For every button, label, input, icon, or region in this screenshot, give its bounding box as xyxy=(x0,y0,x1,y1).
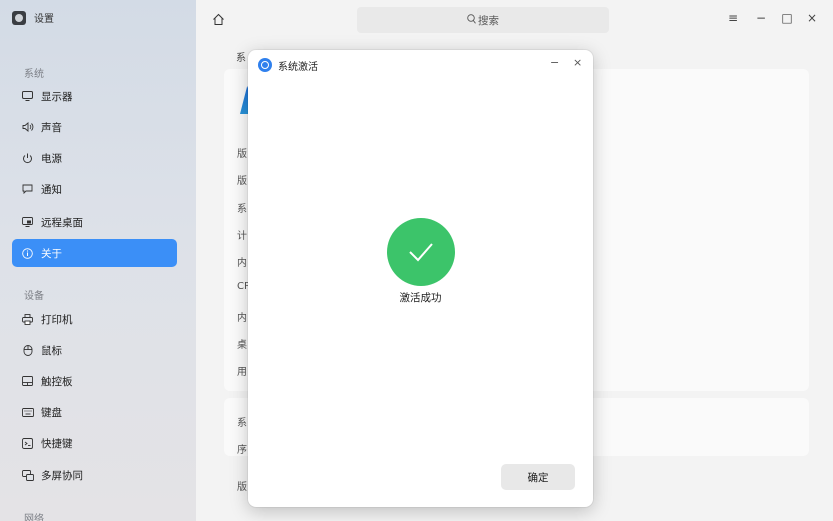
info-icon xyxy=(21,247,34,260)
success-badge xyxy=(387,218,455,286)
app-title: 设置 xyxy=(34,14,54,25)
multiscreen-icon xyxy=(21,469,34,482)
sidebar-item-label: 打印机 xyxy=(41,313,73,326)
mouse-icon xyxy=(21,344,34,357)
bottom-row-label: 版 xyxy=(237,482,247,493)
app-header: 设置 xyxy=(12,10,54,25)
sidebar-item-label: 鼠标 xyxy=(41,344,62,357)
minimize-button[interactable]: − xyxy=(753,11,769,25)
sidebar-item-label: 通知 xyxy=(41,183,62,196)
activation-dialog: 系统激活 − × 激活成功 确定 xyxy=(248,50,593,507)
home-button[interactable] xyxy=(210,11,226,27)
sidebar-item-label: 电源 xyxy=(41,152,62,165)
dialog-title: 系统激活 xyxy=(278,62,318,73)
speaker-icon xyxy=(21,121,34,134)
activation-app-icon xyxy=(258,58,272,72)
info-row-label: 内 xyxy=(237,313,247,324)
search-icon xyxy=(467,13,476,27)
shortcut-icon xyxy=(21,437,34,450)
info-row-label: 计 xyxy=(237,231,247,242)
sidebar-item-label: 声音 xyxy=(41,121,62,134)
dialog-close-button[interactable]: × xyxy=(573,56,582,69)
info-row-label: 版 xyxy=(237,149,247,160)
info-row-label: 系 xyxy=(237,204,247,215)
info-row-label: 内 xyxy=(237,258,247,269)
sidebar-item-label: 显示器 xyxy=(41,90,73,103)
search-placeholder: 搜索 xyxy=(478,14,499,27)
sidebar-item-printer[interactable]: 打印机 xyxy=(12,305,177,333)
sidebar-item-power[interactable]: 电源 xyxy=(12,144,177,172)
sidebar-item-remote-desktop[interactable]: 远程桌面 xyxy=(12,208,177,236)
activation-row-label: 系 xyxy=(237,418,247,429)
sidebar-group-devices: 设备 xyxy=(24,291,44,302)
title-bar: 搜索 ≡ − □ × xyxy=(196,0,833,40)
sidebar-item-label: 远程桌面 xyxy=(41,216,83,229)
printer-icon xyxy=(21,313,34,326)
sidebar-group-system: 系统 xyxy=(24,69,44,80)
settings-window: 设置 系统 显示器 声音 电源 通知 远程桌面 关于 设备 打印机 鼠标 触控板… xyxy=(0,0,833,521)
checkmark-icon xyxy=(409,243,433,262)
sidebar-item-label: 多屏协同 xyxy=(41,469,83,482)
notification-icon xyxy=(21,183,34,196)
remote-desktop-icon xyxy=(21,216,34,229)
sidebar-item-label: 触控板 xyxy=(41,375,73,388)
maximize-button[interactable]: □ xyxy=(779,11,795,25)
sidebar-group-network: 网络 xyxy=(24,514,44,521)
sidebar-item-label: 关于 xyxy=(41,247,62,260)
activation-row-label: 序 xyxy=(237,445,247,456)
dialog-minimize-button[interactable]: − xyxy=(550,56,559,69)
keyboard-icon xyxy=(21,406,34,419)
info-row-label: 版 xyxy=(237,176,247,187)
sidebar-item-label: 键盘 xyxy=(41,406,62,419)
search-input[interactable]: 搜索 xyxy=(357,7,609,33)
menu-button[interactable]: ≡ xyxy=(725,11,741,25)
success-message: 激活成功 xyxy=(399,292,442,304)
sidebar-item-keyboard[interactable]: 键盘 xyxy=(12,398,177,426)
touchpad-icon xyxy=(21,375,34,388)
confirm-button[interactable]: 确定 xyxy=(501,464,575,490)
sidebar-item-touchpad[interactable]: 触控板 xyxy=(12,367,177,395)
sidebar-item-mouse[interactable]: 鼠标 xyxy=(12,336,177,364)
home-icon xyxy=(212,13,224,25)
info-row-label: 桌 xyxy=(237,340,247,351)
close-button[interactable]: × xyxy=(804,11,820,25)
sidebar-item-label: 快捷键 xyxy=(41,437,73,450)
sidebar-item-multiscreen[interactable]: 多屏协同 xyxy=(12,461,177,489)
sidebar-item-sound[interactable]: 声音 xyxy=(12,113,177,141)
section-label: 系 xyxy=(236,53,246,64)
sidebar: 设置 系统 显示器 声音 电源 通知 远程桌面 关于 设备 打印机 鼠标 触控板… xyxy=(0,0,196,521)
sidebar-item-about[interactable]: 关于 xyxy=(12,239,177,267)
monitor-icon xyxy=(21,90,34,103)
sidebar-item-display[interactable]: 显示器 xyxy=(12,82,177,110)
power-icon xyxy=(21,152,34,165)
info-row-label: 用 xyxy=(237,367,247,378)
settings-app-icon xyxy=(12,10,26,25)
sidebar-item-notification[interactable]: 通知 xyxy=(12,175,177,203)
sidebar-item-shortcuts[interactable]: 快捷键 xyxy=(12,429,177,457)
